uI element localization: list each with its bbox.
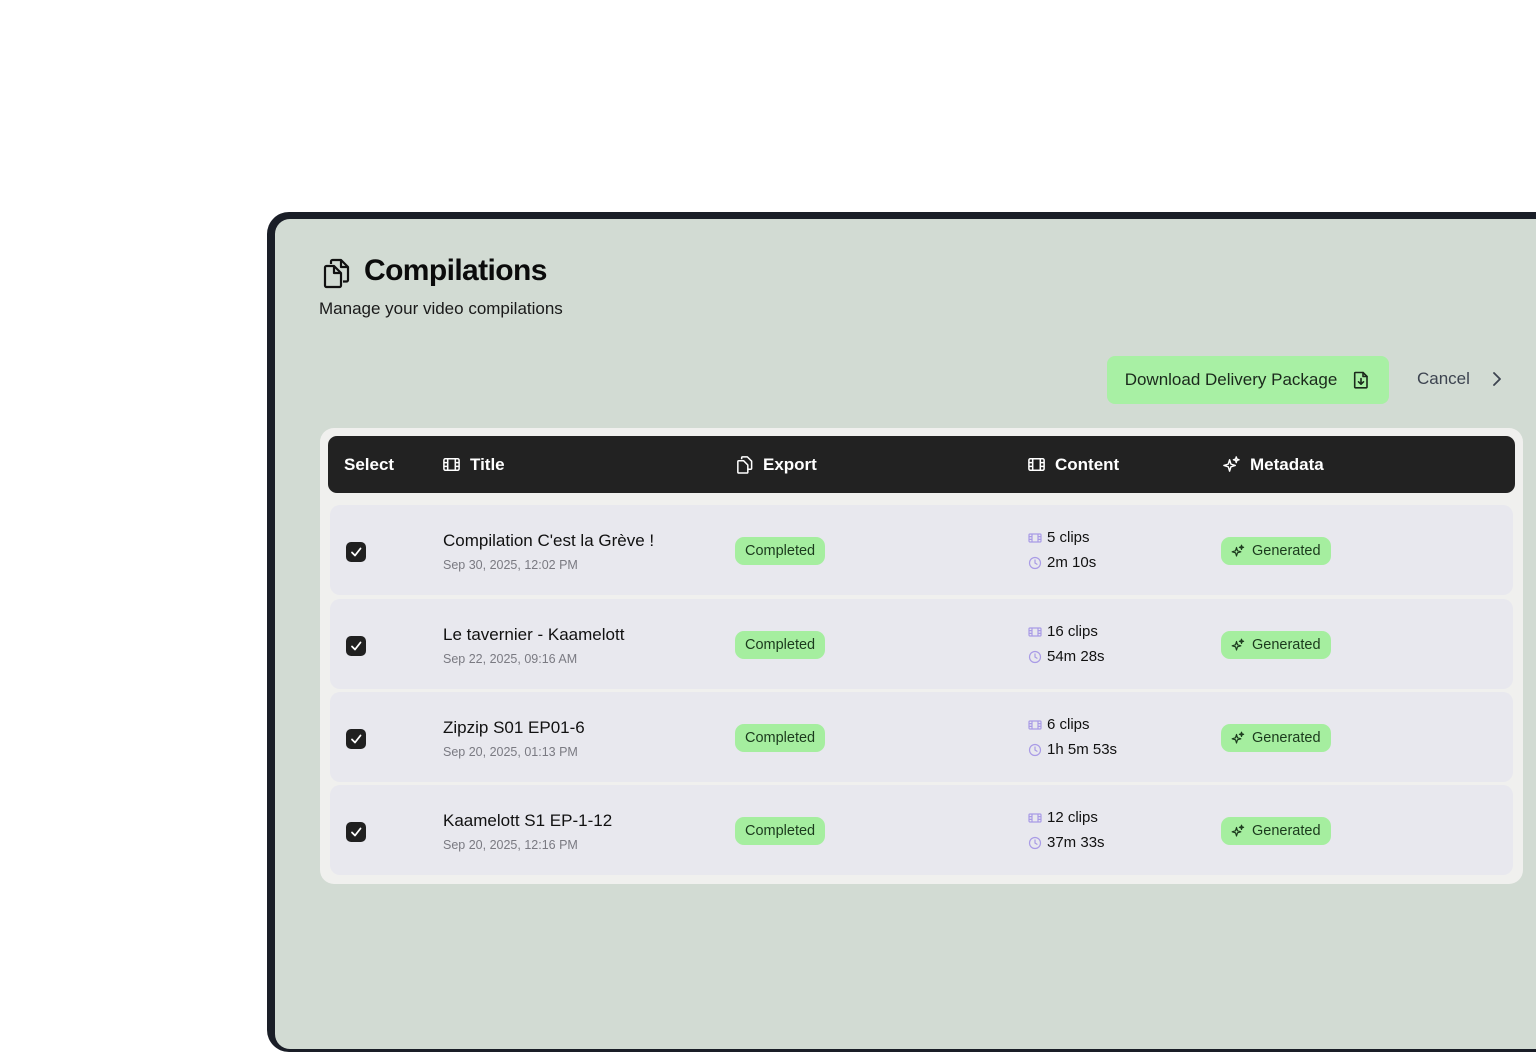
column-header-title: Title xyxy=(442,436,505,493)
copy-icon xyxy=(737,456,753,474)
export-status-badge: Completed xyxy=(735,817,826,845)
clip-count: 12 clips xyxy=(1028,809,1098,826)
metadata-status-badge: Generated xyxy=(1221,537,1331,565)
metadata-status-text: Generated xyxy=(1252,637,1321,653)
metadata-status-text: Generated xyxy=(1252,823,1321,839)
download-button-label: Download Delivery Package xyxy=(1124,370,1338,389)
row-checkbox[interactable] xyxy=(346,542,366,562)
export-status-badge: Completed xyxy=(735,537,826,565)
download-delivery-package-button[interactable]: Download Delivery Package xyxy=(1107,356,1389,404)
film-icon xyxy=(1028,532,1042,543)
film-icon xyxy=(443,458,460,471)
column-header-export: Export xyxy=(735,436,817,493)
checkmark-icon xyxy=(351,734,362,744)
clip-count-text: 6 clips xyxy=(1047,716,1090,733)
clock-icon xyxy=(1028,556,1042,569)
sparkles-icon xyxy=(1231,731,1245,744)
cancel-button[interactable]: Cancel xyxy=(1417,366,1470,392)
row-checkbox[interactable] xyxy=(346,636,366,656)
compilation-title[interactable]: Compilation C'est la Grève ! xyxy=(443,531,654,551)
clip-count: 5 clips xyxy=(1028,529,1090,546)
duration-text: 2m 10s xyxy=(1047,554,1097,571)
compilation-date: Sep 22, 2025, 09:16 AM xyxy=(443,652,578,666)
table-row[interactable]: Zipzip S01 EP01-6 Sep 20, 2025, 01:13 PM… xyxy=(330,692,1513,782)
film-icon xyxy=(1028,626,1042,637)
clip-count-text: 16 clips xyxy=(1047,623,1098,640)
clip-count: 6 clips xyxy=(1028,716,1090,733)
metadata-status-text: Generated xyxy=(1252,730,1321,746)
metadata-status-text: Generated xyxy=(1252,543,1321,559)
clock-icon xyxy=(1028,836,1042,849)
table-row[interactable]: Kaamelott S1 EP-1-12 Sep 20, 2025, 12:16… xyxy=(330,785,1513,875)
column-header-select: Select xyxy=(344,436,394,493)
row-checkbox[interactable] xyxy=(346,729,366,749)
row-checkbox[interactable] xyxy=(346,822,366,842)
table-row[interactable]: Le tavernier - Kaamelott Sep 22, 2025, 0… xyxy=(330,599,1513,689)
column-label: Content xyxy=(1055,454,1120,474)
page-title: Compilations xyxy=(364,254,547,287)
duration: 54m 28s xyxy=(1028,648,1105,665)
clip-count-text: 5 clips xyxy=(1047,529,1090,546)
column-label: Export xyxy=(763,454,817,474)
table-row[interactable]: Compilation C'est la Grève ! Sep 30, 202… xyxy=(330,505,1513,595)
checkmark-icon xyxy=(351,547,362,557)
chevron-right-icon[interactable] xyxy=(1490,370,1504,388)
duration-text: 54m 28s xyxy=(1047,648,1105,665)
checkmark-icon xyxy=(351,827,362,837)
sparkles-icon xyxy=(1223,456,1240,472)
duration-text: 37m 33s xyxy=(1047,834,1105,851)
column-label: Select xyxy=(344,454,395,474)
duration: 1h 5m 53s xyxy=(1028,741,1117,758)
film-icon xyxy=(1028,458,1045,471)
checkmark-icon xyxy=(351,641,362,651)
metadata-status-badge: Generated xyxy=(1221,631,1331,659)
clip-count-text: 12 clips xyxy=(1047,809,1098,826)
clock-icon xyxy=(1028,743,1042,756)
duration: 2m 10s xyxy=(1028,554,1096,571)
compilation-date: Sep 20, 2025, 12:16 PM xyxy=(443,838,578,852)
table-header: Select Title Export Content Metadata xyxy=(328,436,1515,493)
column-label: Metadata xyxy=(1250,454,1324,474)
export-status-badge: Completed xyxy=(735,631,826,659)
compilation-title[interactable]: Kaamelott S1 EP-1-12 xyxy=(443,811,612,831)
metadata-status-badge: Generated xyxy=(1221,817,1331,845)
clock-icon xyxy=(1028,650,1042,663)
compilation-title[interactable]: Zipzip S01 EP01-6 xyxy=(443,718,585,738)
duration: 37m 33s xyxy=(1028,834,1105,851)
sparkles-icon xyxy=(1231,638,1245,651)
compilation-date: Sep 20, 2025, 01:13 PM xyxy=(443,745,578,759)
file-download-icon xyxy=(1354,371,1369,389)
page-subtitle: Manage your video compilations xyxy=(319,299,563,318)
sparkles-icon xyxy=(1231,824,1245,837)
column-label: Title xyxy=(470,454,505,474)
film-icon xyxy=(1028,719,1042,730)
column-header-content: Content xyxy=(1027,436,1119,493)
duration-text: 1h 5m 53s xyxy=(1047,741,1118,758)
film-icon xyxy=(1028,812,1042,823)
compilation-title[interactable]: Le tavernier - Kaamelott xyxy=(443,625,624,645)
copy-icon xyxy=(323,258,350,289)
metadata-status-badge: Generated xyxy=(1221,724,1331,752)
compilation-date: Sep 30, 2025, 12:02 PM xyxy=(443,558,578,572)
export-status-badge: Completed xyxy=(735,724,826,752)
clip-count: 16 clips xyxy=(1028,623,1098,640)
sparkles-icon xyxy=(1231,544,1245,557)
column-header-metadata: Metadata xyxy=(1222,436,1324,493)
